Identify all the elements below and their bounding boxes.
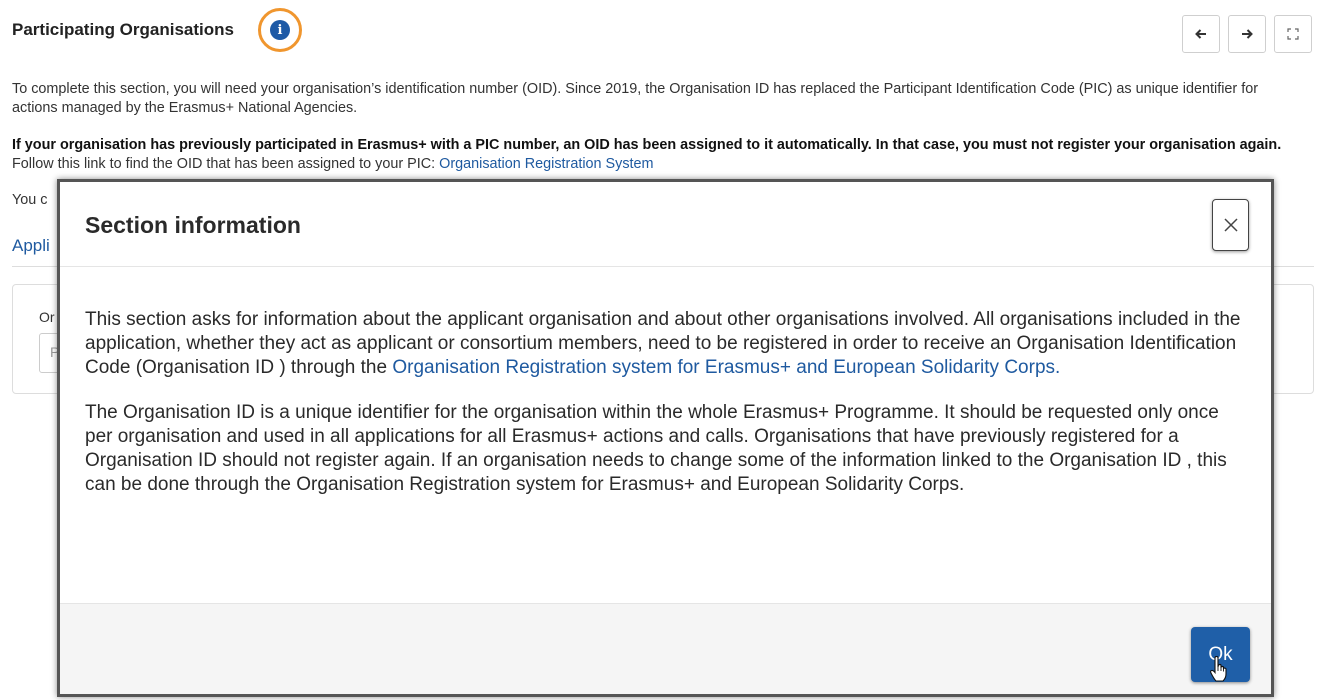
notice-bold: If your organisation has previously part… [12,137,1282,153]
dialog-body: This section asks for information about … [85,308,1245,518]
dialog-footer: Ok [60,603,1271,694]
expand-icon [1287,28,1299,40]
page-title: Participating Organisations [12,20,234,39]
close-button[interactable] [1212,199,1249,251]
hand-cursor-icon [1210,656,1227,682]
section-info-dialog: Section information This section asks fo… [57,179,1274,697]
partial-text: You c [12,192,48,208]
card-label: Or [39,309,55,325]
arrow-right-icon [1242,29,1253,39]
intro-text: To complete this section, you will need … [12,81,1258,116]
info-button[interactable]: i [258,8,302,52]
dialog-paragraph-2: The Organisation ID is a unique identifi… [85,402,1227,495]
close-icon [1223,218,1238,232]
next-button[interactable] [1228,15,1266,53]
dialog-paragraph-1: This section asks for information about … [85,308,1245,380]
previous-button[interactable] [1182,15,1220,53]
expand-button[interactable] [1274,15,1312,53]
registration-system-link[interactable]: Organisation Registration system for Era… [392,357,1060,378]
dialog-header: Section information [60,182,1271,267]
notice-text: If your organisation has previously part… [12,136,1312,174]
info-icon: i [270,20,290,40]
registration-link[interactable]: Organisation Registration System [439,156,653,172]
partial-heading[interactable]: Appli [12,236,50,256]
notice-rest: Follow this link to find the OID that ha… [12,156,440,172]
arrow-left-icon [1195,29,1206,39]
dialog-title: Section information [85,212,301,238]
